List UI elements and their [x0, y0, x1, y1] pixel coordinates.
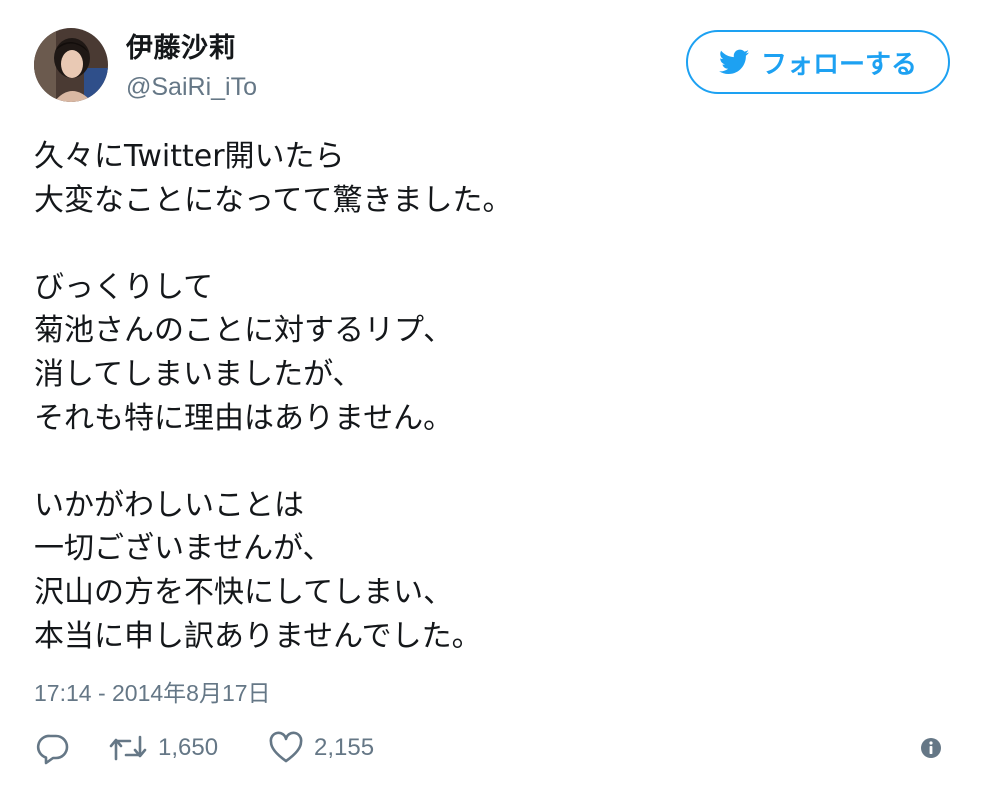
reply-button[interactable] [36, 728, 70, 768]
reply-icon [36, 734, 69, 765]
tweet-line: 沢山の方を不快にしてしまい、 [34, 574, 454, 610]
tweet-text: 久々にTwitter開いたら 大変なことになってて驚きました。 びっくりして 菊… [34, 135, 934, 658]
twitter-bird-icon [718, 49, 749, 74]
tweet-line: 菊池さんのことに対するリプ、 [34, 313, 454, 349]
info-icon [921, 738, 941, 758]
user-info: 伊藤沙莉 @SaiRi_iTo [126, 32, 257, 104]
display-name[interactable]: 伊藤沙莉 [126, 32, 257, 66]
retweet-icon [109, 735, 147, 761]
tweet-line: 消してしまいましたが、 [34, 356, 363, 392]
retweet-count: 1,650 [158, 734, 219, 761]
like-button[interactable]: 2,155 [268, 728, 374, 768]
tweet-header: 伊藤沙莉 @SaiRi_iTo フォローする [34, 28, 954, 108]
tweet-line-break [34, 440, 934, 484]
tweet-line: びっくりして [34, 269, 214, 305]
tweet-line: 久々にTwitter開いたら [34, 139, 345, 174]
tweet-card: 伊藤沙莉 @SaiRi_iTo フォローする 久々にTwitter開いたら 大変… [0, 0, 988, 794]
like-count: 2,155 [314, 734, 375, 761]
heart-icon [269, 731, 303, 763]
tweet-info-button[interactable] [920, 728, 942, 768]
tweet-line-break [34, 222, 934, 266]
follow-button-label: フォローする [760, 49, 917, 80]
tweet-line: 大変なことになってて驚きました。 [34, 182, 513, 218]
tweet-line: いかがわしいことは [34, 487, 304, 523]
tweet-timestamp[interactable]: 17:14 - 2014年8月17日 [34, 676, 271, 710]
follow-button[interactable]: フォローする [686, 30, 950, 94]
screen-name[interactable]: @SaiRi_iTo [126, 70, 257, 104]
tweet-actions: 1,650 2,155 [36, 728, 952, 768]
retweet-button[interactable]: 1,650 [108, 728, 218, 768]
tweet-line: 一切ございませんが、 [34, 531, 333, 567]
tweet-line: 本当に申し訳ありませんでした。 [34, 618, 482, 654]
tweet-line: それも特に理由はありません。 [34, 400, 454, 436]
avatar[interactable] [34, 28, 108, 102]
